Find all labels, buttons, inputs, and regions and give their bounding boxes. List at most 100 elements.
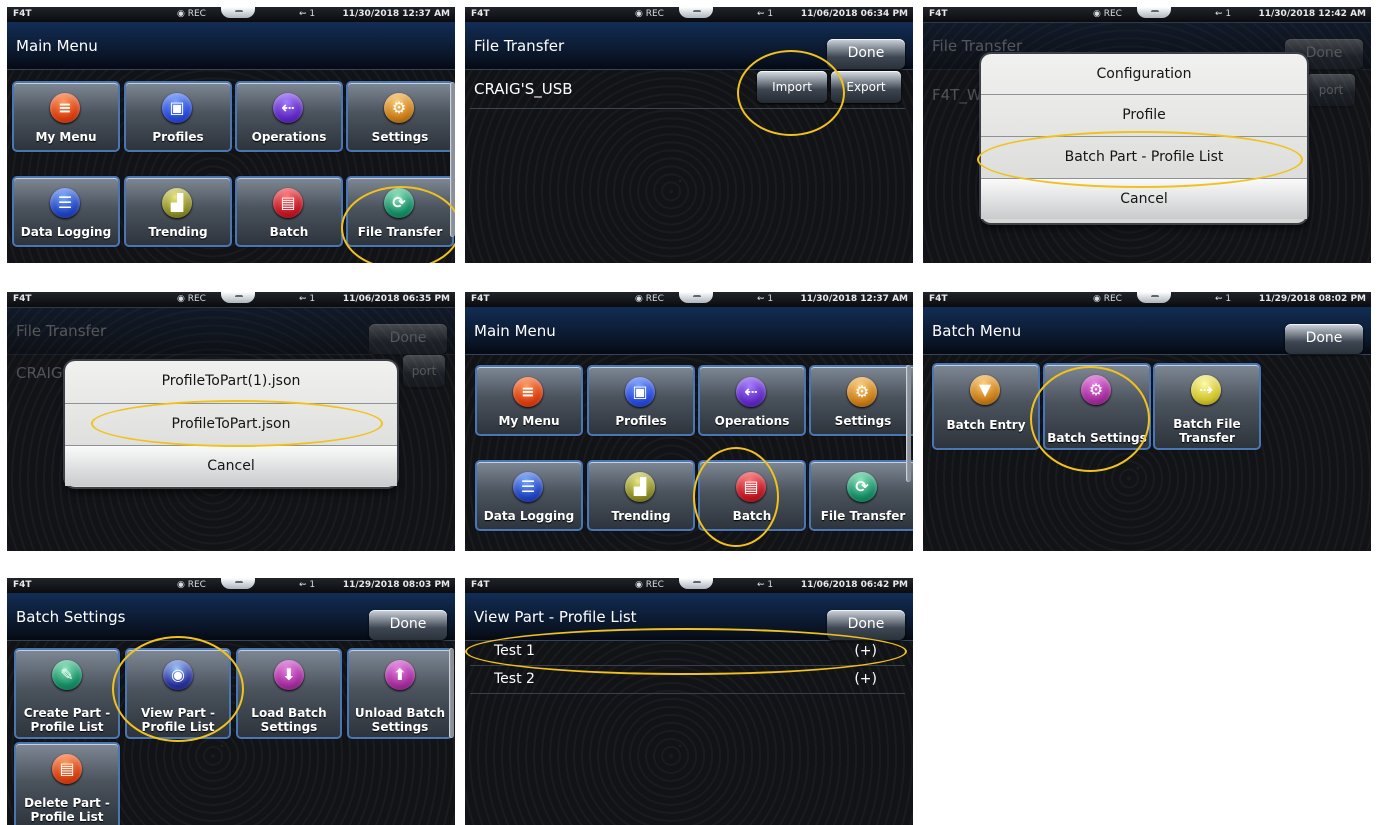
status-bar: F4T ◉ REC ⇜ 1 11/06/2018 06:42 PM [465, 578, 913, 593]
create-part-list-icon: ✎ [52, 660, 82, 690]
expand-icon[interactable]: (+) [854, 671, 877, 687]
batch-part-profile-list-option[interactable]: Batch Part - Profile List [981, 136, 1307, 177]
usb-status: ⇜ 1 [757, 294, 774, 304]
trending-icon: ▟ [625, 472, 655, 502]
profile-to-part-1-json-option[interactable]: ProfileToPart(1).json [65, 361, 397, 401]
usb-status: ⇜ 1 [1215, 9, 1232, 19]
file-transfer-button[interactable]: ⟳ File Transfer [346, 176, 454, 247]
done-button[interactable]: Done [1285, 324, 1363, 354]
page-title: Batch Settings [16, 608, 126, 626]
device-name: F4T [471, 9, 490, 19]
network-icon [679, 292, 713, 303]
profile-list-row[interactable]: Test 2 (+) [470, 665, 905, 694]
cancel-button[interactable]: Cancel [65, 445, 397, 486]
batch-settings-button[interactable]: ⚙ Batch Settings [1043, 363, 1151, 450]
background-done-button: Done [369, 324, 447, 354]
done-button[interactable]: Done [369, 610, 447, 640]
expand-icon[interactable]: (+) [854, 643, 877, 659]
settings-button[interactable]: ⚙ Settings [346, 81, 454, 152]
network-icon [1137, 7, 1171, 18]
export-button[interactable]: Export [831, 71, 901, 103]
create-part-profile-list-button[interactable]: ✎ Create Part - Profile List [14, 648, 120, 739]
import-button[interactable]: Import [757, 71, 827, 103]
status-bar: F4T ◉ REC ⇜ 1 11/06/2018 06:34 PM [465, 7, 913, 22]
file-transfer-button[interactable]: ⟳ File Transfer [809, 460, 913, 531]
data-logging-button[interactable]: ☰ Data Logging [475, 460, 583, 531]
page-title: Batch Menu [932, 322, 1022, 340]
view-part-profile-list-screen: F4T ◉ REC ⇜ 1 11/06/2018 06:42 PM View P… [465, 578, 913, 825]
file-select-dialog-screen: F4T ◉ REC ⇜ 1 11/06/2018 06:35 PM File T… [7, 292, 455, 551]
usb-status: ⇜ 1 [299, 294, 316, 304]
data-logging-button[interactable]: ☰ Data Logging [12, 176, 120, 247]
date-time: 11/29/2018 08:03 PM [342, 580, 450, 590]
vertical-scrollbar[interactable] [449, 648, 454, 738]
operations-button[interactable]: ⇠ Operations [235, 81, 343, 152]
profile-option[interactable]: Profile [981, 94, 1307, 135]
file-transfer-icon: ⟳ [847, 472, 877, 502]
menu-icon: ≡ [50, 93, 80, 123]
recording-status: ◉ REC [1093, 294, 1122, 304]
device-name: F4T [13, 9, 32, 19]
title-bar: Main Menu [465, 307, 913, 355]
usb-status: ⇜ 1 [757, 580, 774, 590]
trending-button[interactable]: ▟ Trending [587, 460, 695, 531]
status-bar: F4T ◉ REC ⇜ 1 11/30/2018 12:42 AM [923, 7, 1371, 22]
done-button[interactable]: Done [827, 610, 905, 640]
batch-entry-button[interactable]: ▼ Batch Entry [932, 363, 1040, 450]
batch-menu-screen: F4T ◉ REC ⇜ 1 11/29/2018 08:02 PM Batch … [923, 292, 1371, 551]
usb-status: ⇜ 1 [757, 9, 774, 19]
load-batch-settings-button[interactable]: ⬇ Load Batch Settings [236, 648, 342, 739]
usb-status: ⇜ 1 [299, 580, 316, 590]
main-menu-screen-2: F4T ◉ REC ⇜ 1 11/30/2018 12:37 AM Main M… [465, 292, 913, 551]
date-time: 11/06/2018 06:34 PM [800, 9, 908, 19]
vertical-scrollbar[interactable] [906, 365, 911, 482]
date-time: 11/06/2018 06:35 PM [342, 294, 450, 304]
network-icon [221, 578, 255, 589]
database-icon: ☰ [513, 472, 543, 502]
status-bar: F4T ◉ REC ⇜ 1 11/30/2018 12:37 AM [7, 7, 455, 22]
cancel-button[interactable]: Cancel [981, 178, 1307, 219]
unload-batch-settings-icon: ⬆ [385, 660, 415, 690]
profiles-icon: ▣ [162, 93, 192, 123]
profiles-button[interactable]: ▣ Profiles [587, 365, 695, 436]
page-title: Main Menu [16, 37, 98, 55]
recording-status: ◉ REC [635, 294, 664, 304]
view-part-profile-list-button[interactable]: ◉ View Part - Profile List [125, 648, 231, 739]
batch-button[interactable]: ▤ Batch [698, 460, 806, 531]
settings-icon: ⚙ [384, 93, 414, 123]
profile-list-row[interactable]: Test 1 (+) [470, 637, 905, 666]
view-part-list-icon: ◉ [163, 660, 193, 690]
status-bar: F4T ◉ REC ⇜ 1 11/29/2018 08:02 PM [923, 292, 1371, 307]
page-title: Main Menu [474, 322, 556, 340]
configuration-dialog: Configuration Profile Batch Part - Profi… [981, 54, 1307, 223]
delete-part-profile-list-button[interactable]: ▤ Delete Part - Profile List [14, 742, 120, 825]
batch-file-transfer-button[interactable]: ⇢ Batch File Transfer [1153, 363, 1261, 450]
status-bar: F4T ◉ REC ⇜ 1 11/29/2018 08:03 PM [7, 578, 455, 593]
file-transfer-screen: F4T ◉ REC ⇜ 1 11/06/2018 06:34 PM File T… [465, 7, 913, 263]
settings-button[interactable]: ⚙ Settings [809, 365, 913, 436]
trending-button[interactable]: ▟ Trending [124, 176, 232, 247]
my-menu-button[interactable]: ≡ My Menu [475, 365, 583, 436]
batch-settings-screen: F4T ◉ REC ⇜ 1 11/29/2018 08:03 PM Batch … [7, 578, 455, 825]
configuration-dialog-screen: F4T ◉ REC ⇜ 1 11/30/2018 12:42 AM File T… [923, 7, 1371, 263]
background-device: CRAIG [16, 364, 63, 382]
usb-status: ⇜ 1 [1215, 294, 1232, 304]
date-time: 11/30/2018 12:37 AM [800, 294, 908, 304]
batch-entry-icon: ▼ [970, 375, 1000, 405]
my-menu-button[interactable]: ≡ My Menu [12, 81, 120, 152]
date-time: 11/30/2018 12:37 AM [342, 9, 450, 19]
done-button[interactable]: Done [827, 39, 905, 69]
profile-to-part-json-option[interactable]: ProfileToPart.json [65, 403, 397, 444]
database-icon: ☰ [50, 188, 80, 218]
date-time: 11/06/2018 06:42 PM [800, 580, 908, 590]
profiles-button[interactable]: ▣ Profiles [124, 81, 232, 152]
device-name: F4T [929, 294, 948, 304]
status-bar: F4T ◉ REC ⇜ 1 11/30/2018 12:37 AM [465, 292, 913, 307]
device-name: F4T [929, 9, 948, 19]
batch-button[interactable]: ▤ Batch [235, 176, 343, 247]
unload-batch-settings-button[interactable]: ⬆ Unload Batch Settings [347, 648, 453, 739]
settings-icon: ⚙ [847, 377, 877, 407]
operations-button[interactable]: ⇠ Operations [698, 365, 806, 436]
title-bar: Batch Settings Done [7, 593, 455, 641]
vertical-scrollbar[interactable] [450, 82, 455, 237]
